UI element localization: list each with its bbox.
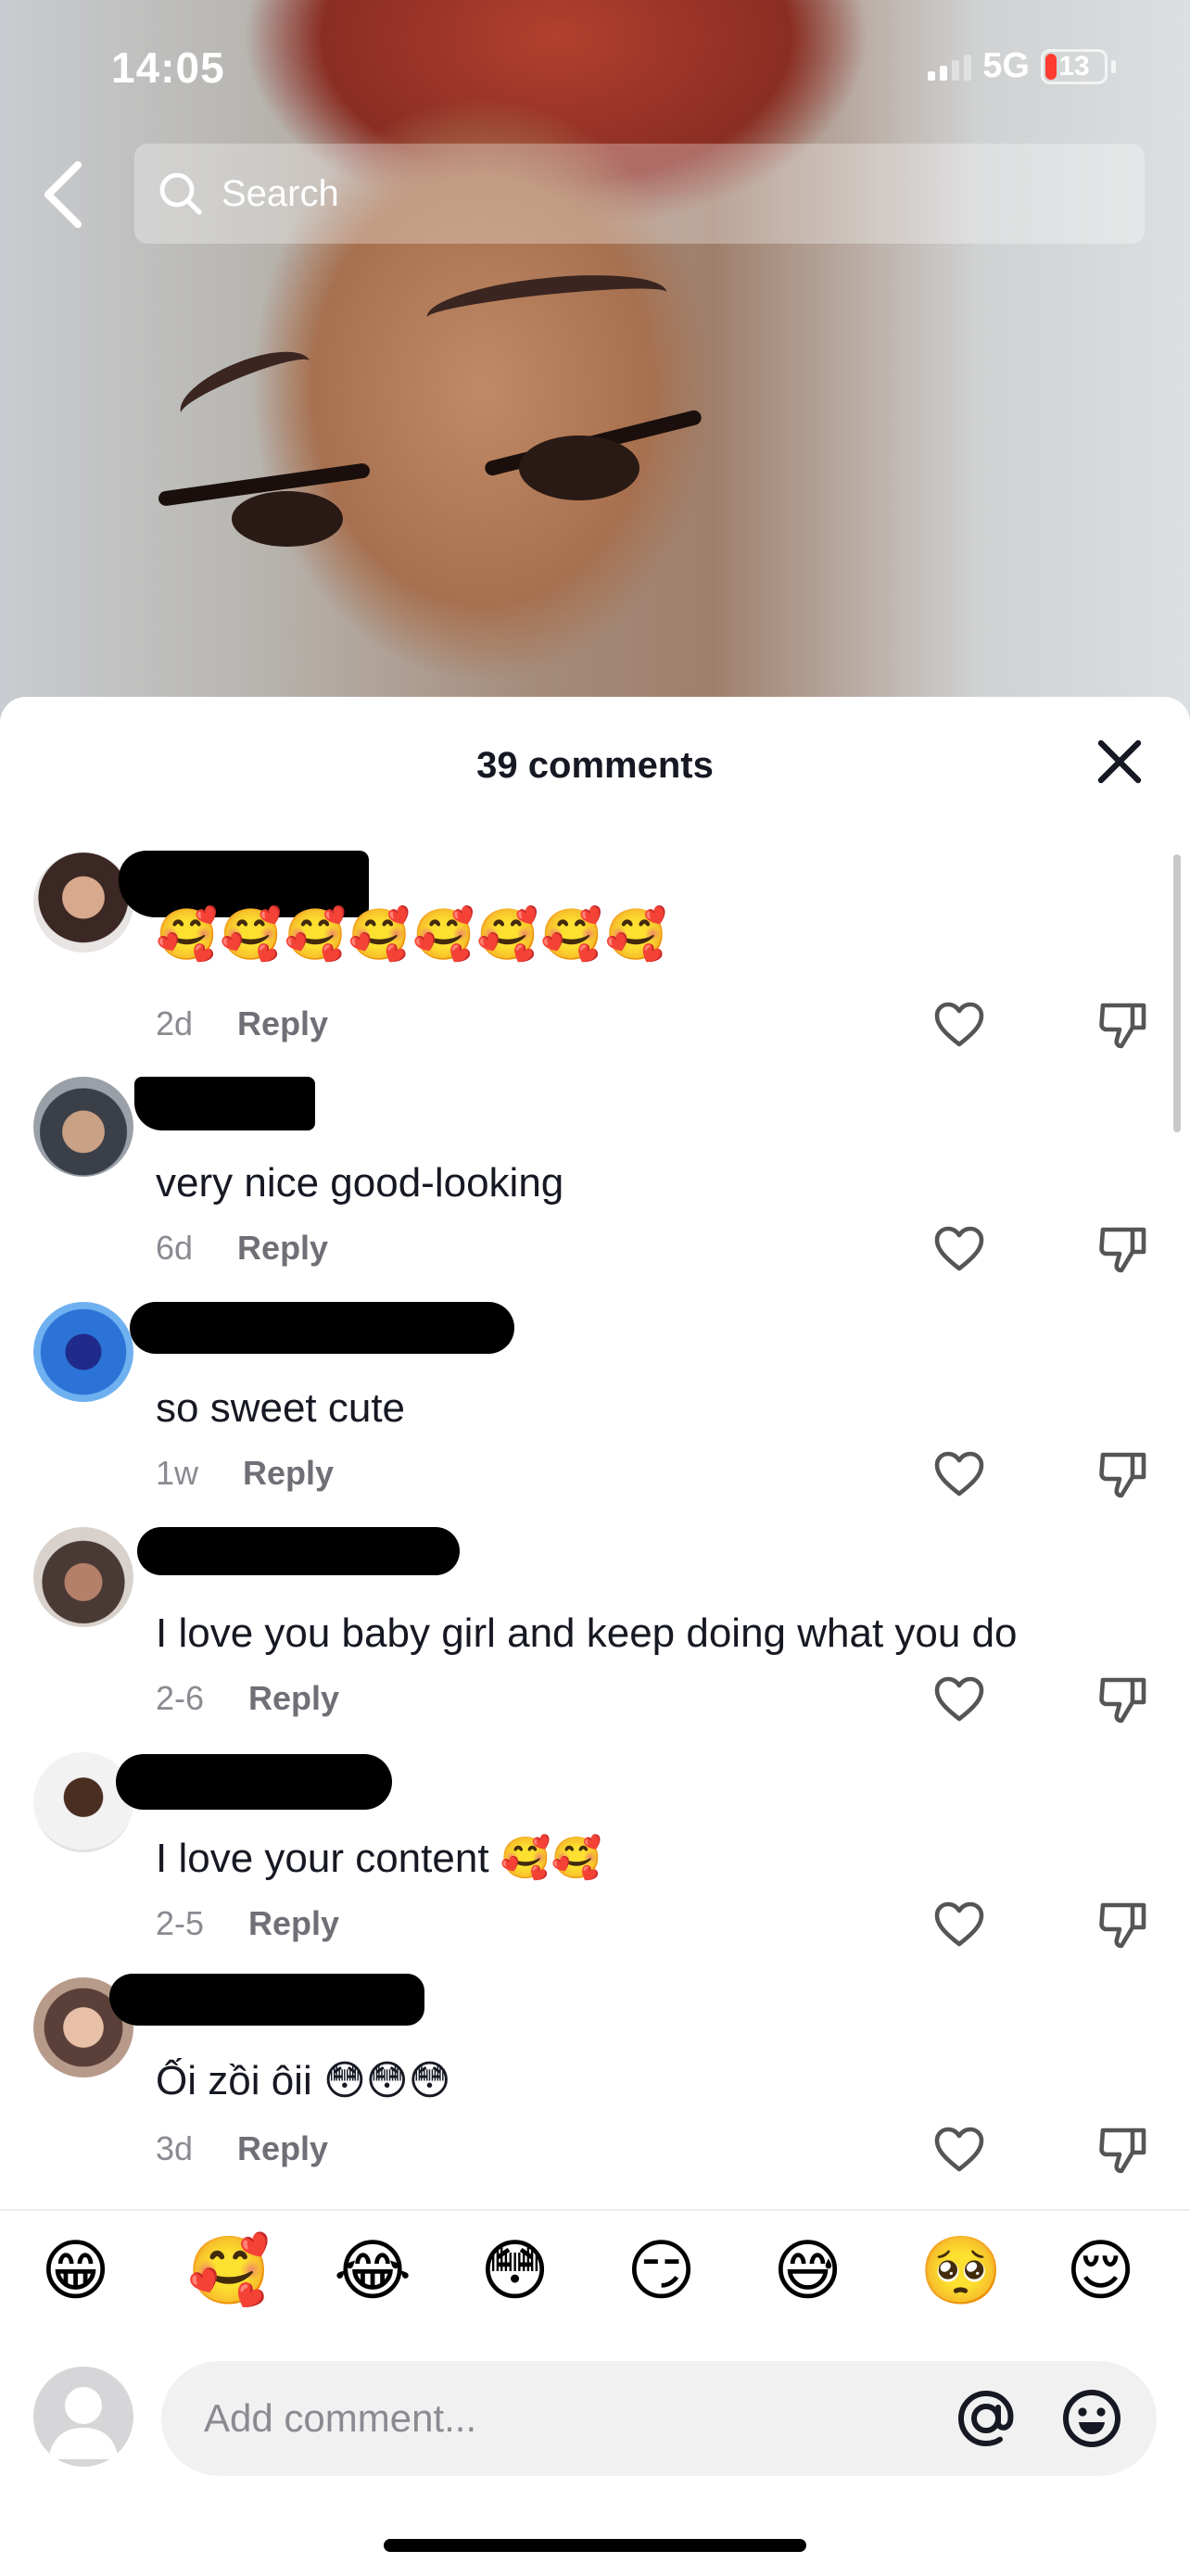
reply-button[interactable]: Reply xyxy=(237,1004,328,1043)
search-placeholder: Search xyxy=(222,172,339,214)
video-preview[interactable] xyxy=(0,0,1190,723)
reply-button[interactable]: Reply xyxy=(248,1679,339,1718)
reply-button[interactable]: Reply xyxy=(237,2129,328,2168)
comment-meta: 3d Reply xyxy=(156,2129,328,2168)
comments-count-title: 39 comments xyxy=(476,745,714,786)
avatar[interactable] xyxy=(33,1752,133,1852)
comment-age: 2d xyxy=(156,1004,194,1042)
comment-meta: 2d Reply xyxy=(156,1004,328,1043)
emoji-button[interactable]: 😌 xyxy=(1066,2238,1135,2305)
avatar[interactable] xyxy=(33,852,133,953)
signal-icon xyxy=(928,53,972,81)
home-indicator[interactable] xyxy=(384,2539,806,2552)
redacted-username xyxy=(130,1302,514,1354)
smiley-icon[interactable] xyxy=(1060,2387,1123,2450)
eyebrow-left xyxy=(171,336,321,438)
comment-item: very nice good-looking 6d Reply xyxy=(0,1067,1190,1290)
thumbs-down-icon[interactable] xyxy=(1095,1896,1151,1951)
heart-outline-icon[interactable] xyxy=(931,2121,987,2177)
comment-item: Ối zồi ôii 😳😳😳 3d Reply xyxy=(0,1968,1190,2191)
thumbs-down-icon[interactable] xyxy=(1095,1671,1151,1726)
search-icon xyxy=(159,172,202,215)
divider xyxy=(0,2209,1190,2211)
comment-meta: 2-6 Reply xyxy=(156,1679,339,1718)
emoji-quick-bar: 😁 🥰 😂 😳 😏 😅 🥺 😌 xyxy=(0,2238,1190,2321)
comment-text: 🥰🥰🥰🥰🥰🥰🥰🥰 xyxy=(156,907,669,963)
comment-composer: Add comment... xyxy=(0,2361,1190,2476)
eye-left xyxy=(232,491,343,547)
comment-item: so sweet cute 1w Reply xyxy=(0,1293,1190,1515)
add-comment-placeholder: Add comment... xyxy=(204,2396,477,2440)
reply-button[interactable]: Reply xyxy=(248,1904,339,1943)
comment-text: Ối zồi ôii 😳😳😳 xyxy=(156,2058,451,2103)
comment-meta: 1w Reply xyxy=(156,1454,334,1493)
comment-item: I love you baby girl and keep doing what… xyxy=(0,1518,1190,1740)
emoji-button[interactable]: 😅 xyxy=(773,2238,842,2305)
comment-meta: 6d Reply xyxy=(156,1229,328,1268)
emoji-button[interactable]: 😳 xyxy=(480,2238,550,2305)
heart-outline-icon[interactable] xyxy=(931,1446,987,1501)
comment-item: 🥰🥰🥰🥰🥰🥰🥰🥰 2d Reply xyxy=(0,843,1190,1066)
emoji-button[interactable]: 🥰 xyxy=(187,2238,271,2305)
redacted-username xyxy=(134,1077,315,1130)
reply-button[interactable]: Reply xyxy=(243,1454,334,1493)
comment-age: 1w xyxy=(156,1454,199,1492)
emoji-button[interactable]: 😂 xyxy=(334,2238,411,2305)
thumbs-down-icon[interactable] xyxy=(1095,2121,1151,2177)
comment-age: 6d xyxy=(156,1229,194,1267)
reply-button[interactable]: Reply xyxy=(237,1229,328,1268)
redacted-username xyxy=(137,1527,460,1575)
user-placeholder-icon xyxy=(48,2387,119,2459)
eyebrow-right xyxy=(424,265,670,345)
emoji-button[interactable]: 😁 xyxy=(41,2238,110,2305)
battery-level: 13 xyxy=(1058,50,1090,82)
search-input[interactable]: Search xyxy=(134,144,1145,244)
comment-text: very nice good-looking xyxy=(156,1160,564,1206)
comment-meta: 2-5 Reply xyxy=(156,1904,339,1943)
thumbs-down-icon[interactable] xyxy=(1095,996,1151,1052)
redacted-username xyxy=(109,1974,424,2026)
comment-age: 2-5 xyxy=(156,1904,205,1942)
close-icon[interactable] xyxy=(1092,734,1147,789)
comment-text: so sweet cute xyxy=(156,1385,406,1431)
network-label: 5G xyxy=(982,46,1030,85)
heart-outline-icon[interactable] xyxy=(931,1671,987,1726)
eye-right xyxy=(519,436,639,500)
battery-icon: 13 xyxy=(1041,48,1108,84)
emoji-button[interactable]: 🥺 xyxy=(919,2238,1003,2305)
comment-age: 3d xyxy=(156,2129,194,2167)
heart-outline-icon[interactable] xyxy=(931,1220,987,1276)
comment-item: I love your content 🥰🥰 2-5 Reply xyxy=(0,1743,1190,1965)
comment-text: I love your content 🥰🥰 xyxy=(156,1836,602,1881)
redacted-username xyxy=(116,1754,392,1810)
emoji-button[interactable]: 😏 xyxy=(627,2238,696,2305)
avatar[interactable] xyxy=(33,1527,133,1627)
heart-outline-icon[interactable] xyxy=(931,1896,987,1951)
comment-text: I love you baby girl and keep doing what… xyxy=(156,1610,1018,1656)
chevron-left-icon[interactable] xyxy=(37,158,93,232)
avatar[interactable] xyxy=(33,1302,133,1402)
comment-age: 2-6 xyxy=(156,1679,205,1717)
thumbs-down-icon[interactable] xyxy=(1095,1220,1151,1276)
at-sign-icon[interactable] xyxy=(955,2387,1018,2450)
avatar[interactable] xyxy=(33,1077,133,1177)
status-time: 14:05 xyxy=(111,44,225,92)
avatar[interactable] xyxy=(33,2367,133,2467)
status-indicators: 5G 13 xyxy=(928,46,1116,86)
thumbs-down-icon[interactable] xyxy=(1095,1446,1151,1501)
heart-outline-icon[interactable] xyxy=(931,996,987,1052)
add-comment-input[interactable]: Add comment... xyxy=(161,2361,1157,2476)
